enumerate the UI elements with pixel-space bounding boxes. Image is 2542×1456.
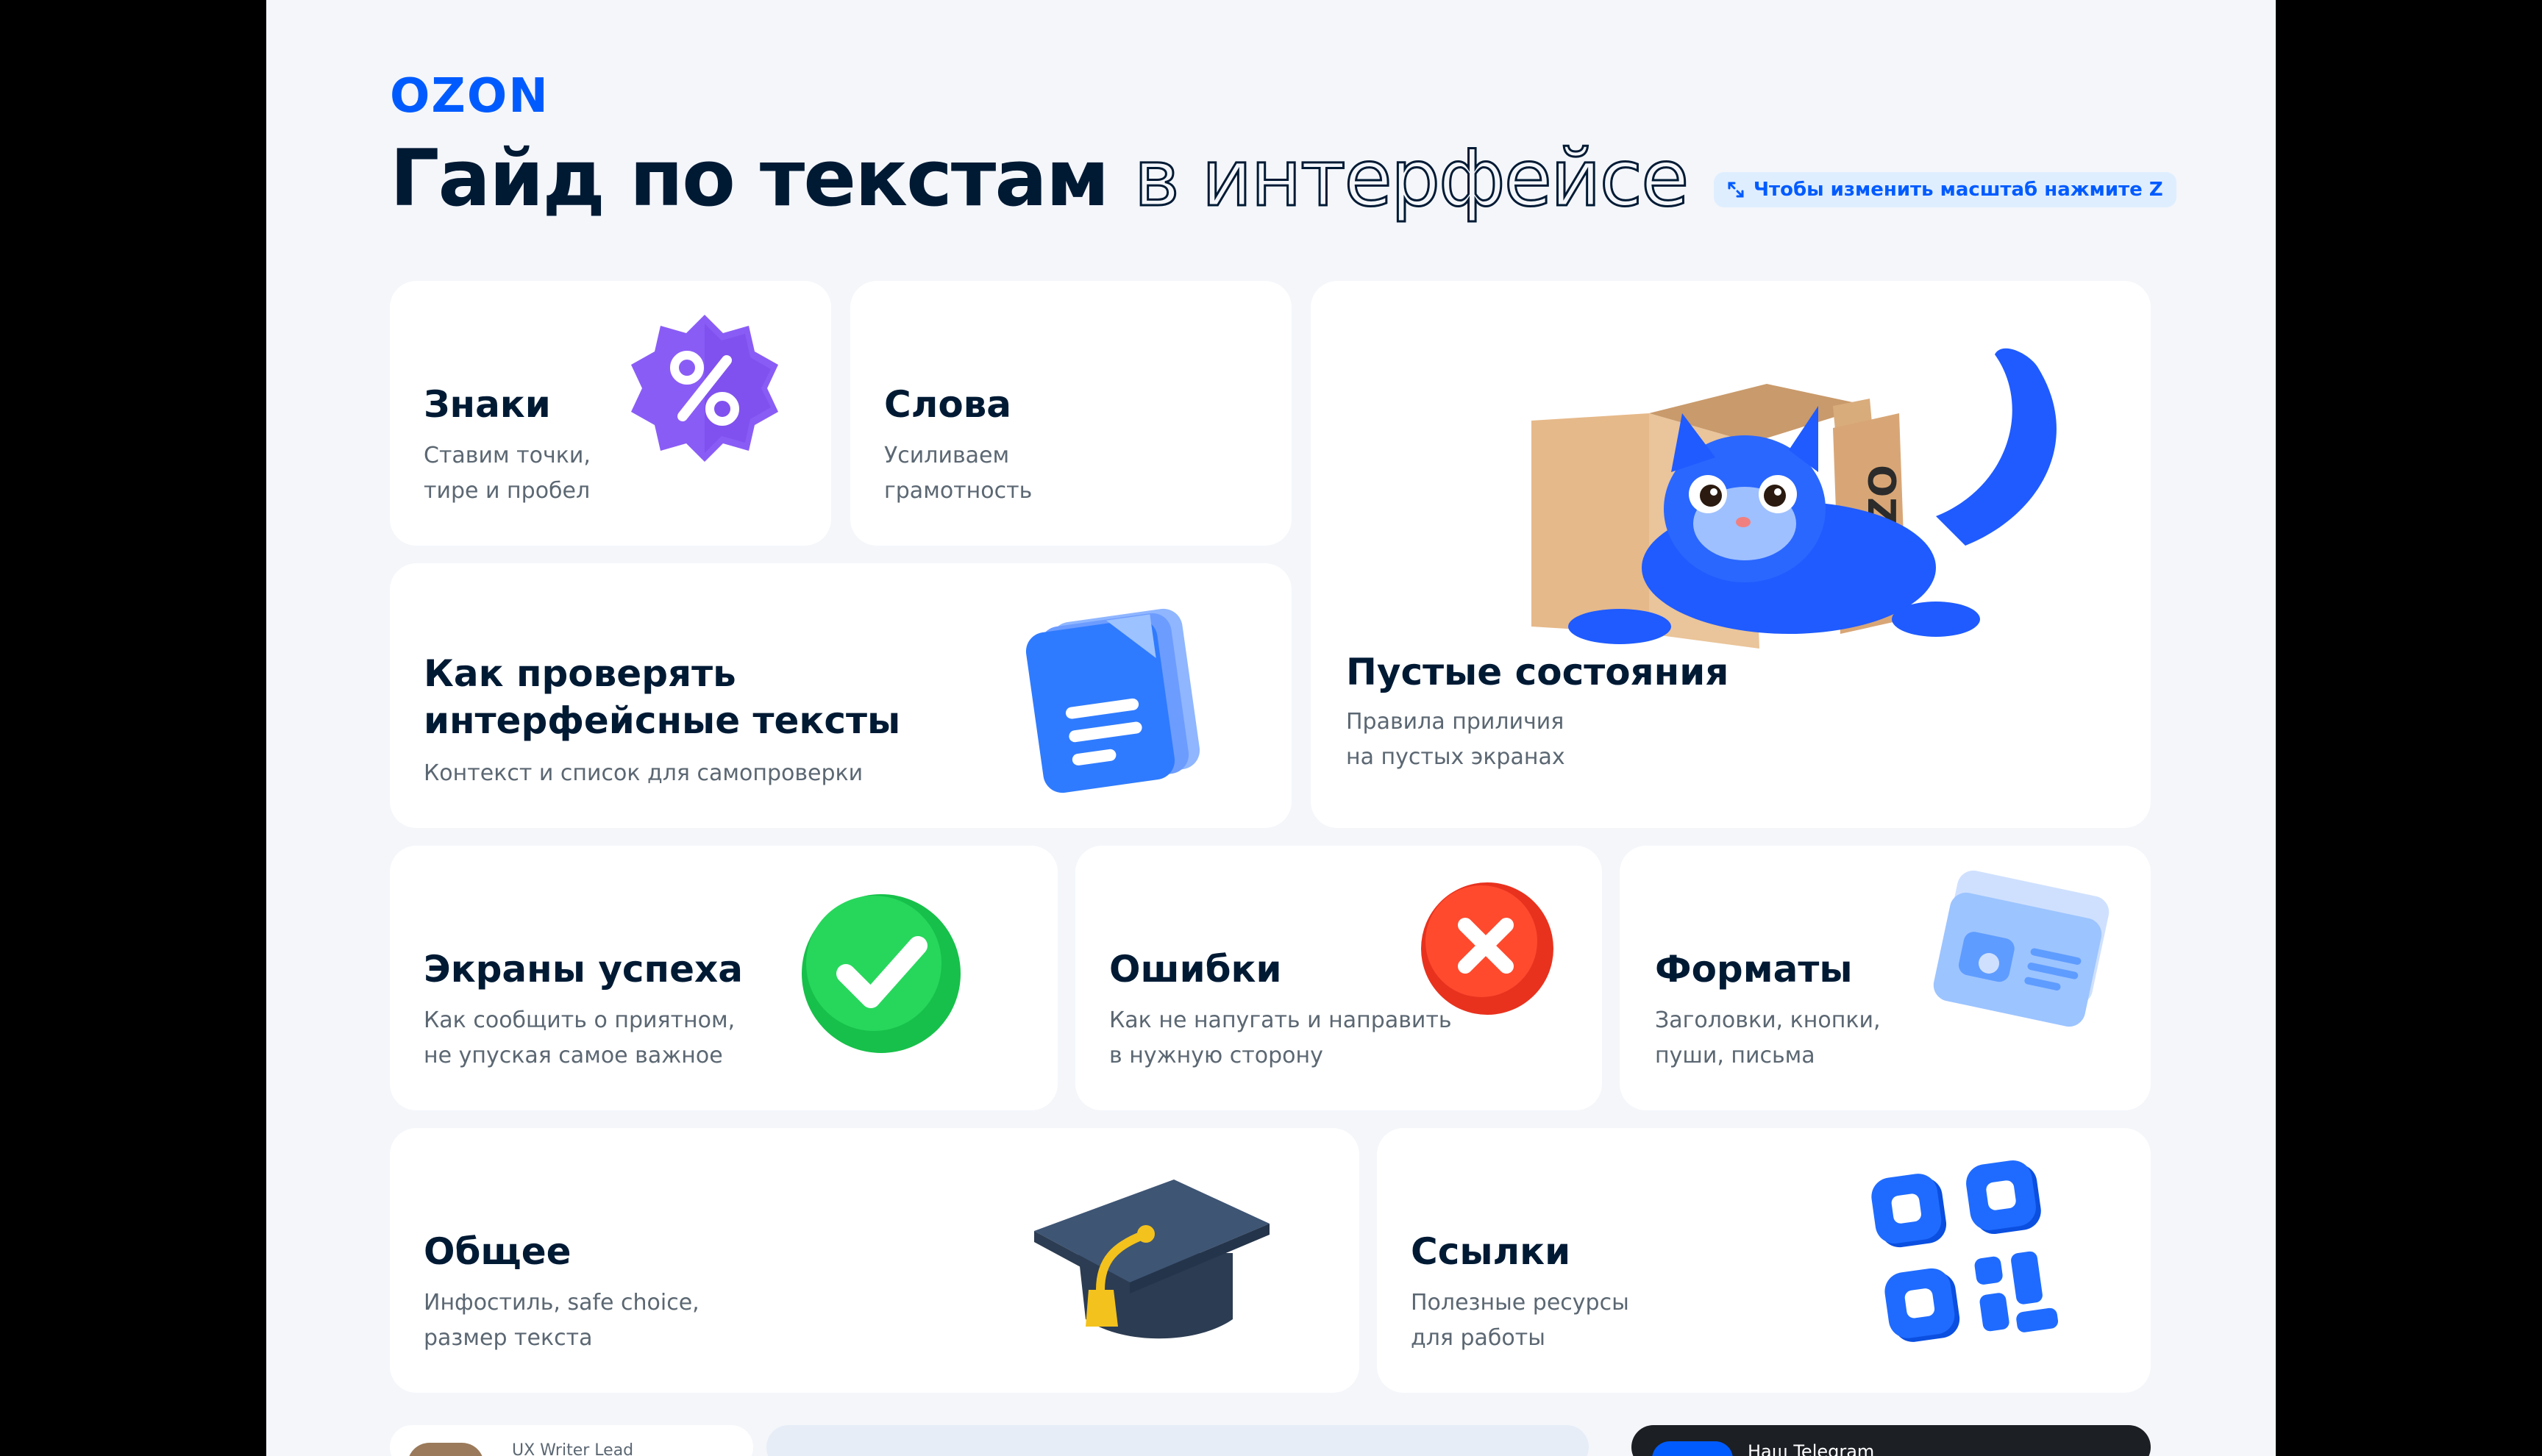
card-empty-states[interactable]: OZON Пустые состояния Правила приличия н… bbox=[1311, 281, 2151, 828]
card-check-texts[interactable]: Как проверять интерфейсные тексты Контек… bbox=[390, 563, 1292, 828]
card-title: Знаки bbox=[424, 383, 551, 426]
card-desc-line2: не упуская самое важное bbox=[424, 1043, 723, 1068]
card-desc-line1: Усиливаем bbox=[884, 443, 1010, 468]
logo-text: OZON bbox=[390, 69, 549, 119]
card-desc-line2: размер текста bbox=[424, 1325, 593, 1351]
card-signs[interactable]: Знаки Ставим точки, тире и пробел bbox=[390, 281, 831, 546]
card-desc-line1: Заголовки, кнопки, bbox=[1655, 1007, 1881, 1033]
card-desc-line1: Правила приличия bbox=[1346, 709, 1564, 735]
page-title-bold: Гайд по текстам bbox=[390, 133, 1110, 224]
card-desc-line2: для работы bbox=[1411, 1325, 1545, 1351]
card-title: Форматы bbox=[1655, 948, 1853, 991]
guide-page: OZON Гайд по текстам в интерфейсе Чтобы … bbox=[266, 0, 2276, 1456]
card-title-line2: интерфейсные тексты bbox=[424, 699, 901, 742]
card-desc-line1: Полезные ресурсы bbox=[1411, 1290, 1629, 1316]
qr-code-icon bbox=[1871, 1160, 2059, 1342]
page-title-outline: в интерфейсе bbox=[1133, 132, 1690, 225]
card-title: Ошибки bbox=[1109, 948, 1282, 991]
card-links[interactable]: Ссылки Полезные ресурсы для работы bbox=[1377, 1128, 2151, 1393]
bottom-banner[interactable] bbox=[766, 1425, 1589, 1456]
card-desc-line2: в нужную сторону bbox=[1109, 1043, 1323, 1068]
card-desc-line1: Контекст и список для самопроверки bbox=[424, 760, 864, 786]
telegram-card[interactable]: Наш Telegram bbox=[1631, 1425, 2151, 1456]
card-title: Слова bbox=[884, 383, 1012, 426]
check-circle-icon bbox=[802, 894, 961, 1053]
card-desc-line2: на пустых экранах bbox=[1346, 744, 1565, 770]
card-title: Ссылки bbox=[1411, 1230, 1571, 1273]
card-desc-line2: тире и пробел bbox=[424, 478, 591, 504]
card-success-screens[interactable]: Экраны успеха Как сообщить о приятном, н… bbox=[390, 846, 1058, 1110]
card-title: Общее bbox=[424, 1230, 572, 1273]
zoom-hint-text: Чтобы изменить масштаб нажмите Z bbox=[1754, 179, 2163, 201]
ozon-logo[interactable]: OZON bbox=[390, 68, 566, 119]
avatar bbox=[407, 1443, 484, 1456]
expand-icon bbox=[1728, 182, 1744, 198]
card-formats[interactable]: Форматы Заголовки, кнопки, пуши, письма bbox=[1620, 846, 2151, 1110]
percent-badge-icon bbox=[631, 315, 778, 462]
card-desc-line1: Как сообщить о приятном, bbox=[424, 1007, 736, 1033]
author-role: UX Writer Lead bbox=[512, 1441, 634, 1456]
photo-card-icon bbox=[1933, 870, 2110, 1027]
author-card[interactable]: UX Writer Lead bbox=[390, 1425, 753, 1456]
error-x-icon bbox=[1421, 882, 1553, 1015]
card-errors[interactable]: Ошибки Как не напугать и направить в нуж… bbox=[1075, 846, 1602, 1110]
card-general[interactable]: Общее Инфостиль, safe choice, размер тек… bbox=[390, 1128, 1359, 1393]
graduation-cap-icon bbox=[1034, 1180, 1270, 1339]
card-desc-line2: грамотность bbox=[884, 478, 1033, 504]
card-desc-line1: Инфостиль, safe choice, bbox=[424, 1290, 699, 1316]
card-title: Экраны успеха bbox=[424, 948, 744, 991]
card-words[interactable]: Слова Усиливаем грамотность bbox=[850, 281, 1292, 546]
zoom-hint-badge[interactable]: Чтобы изменить масштаб нажмите Z bbox=[1714, 172, 2176, 207]
telegram-icon bbox=[1652, 1441, 1733, 1456]
card-title-line1: Как проверять bbox=[424, 652, 736, 695]
telegram-label: Наш Telegram bbox=[1748, 1441, 1875, 1456]
card-desc-line2: пуши, письма bbox=[1655, 1043, 1815, 1068]
card-desc-line1: Как не напугать и направить bbox=[1109, 1007, 1452, 1033]
page-title: Гайд по текстам в интерфейсе bbox=[390, 131, 1690, 226]
document-icon bbox=[1025, 608, 1200, 793]
card-title: Пустые состояния bbox=[1346, 651, 1729, 693]
cat-in-box-illustration: OZON bbox=[1531, 348, 2057, 649]
card-desc-line1: Ставим точки, bbox=[424, 443, 591, 468]
